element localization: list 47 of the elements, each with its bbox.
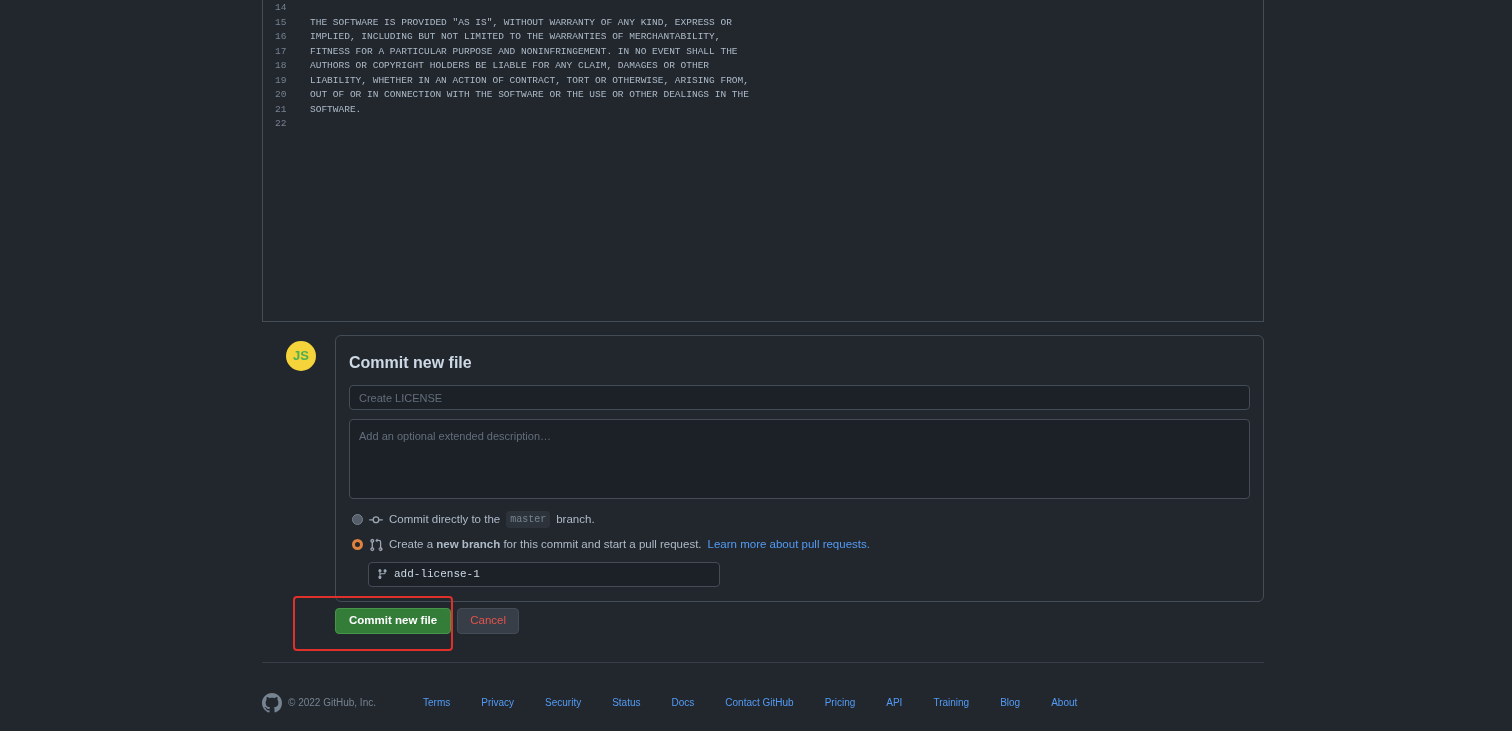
footer-link[interactable]: Status (612, 695, 641, 710)
branch-icon (377, 568, 388, 580)
footer-link[interactable]: Privacy (481, 695, 515, 710)
option-label: Commit directly to the (389, 512, 501, 527)
commit-title: Commit new file (349, 353, 473, 373)
footer-link[interactable]: Pricing (824, 695, 856, 710)
commit-button[interactable]: Commit new file (335, 607, 452, 634)
line-number: 22 (275, 117, 288, 131)
line-number: 21 (275, 102, 288, 117)
footer-link[interactable]: Blog (1000, 695, 1021, 710)
footer-link[interactable]: Security (545, 695, 582, 710)
footer-link[interactable]: Terms (423, 695, 451, 710)
line-number: 16 (275, 30, 288, 44)
footer-link[interactable]: About (1051, 695, 1078, 710)
line-number: 18 (275, 59, 288, 73)
radio-button[interactable] (352, 514, 363, 526)
avatar: JS (286, 341, 316, 371)
line-number: 19 (275, 73, 288, 88)
option-label: Create a new branch for this commit and start a pull request. (389, 537, 702, 553)
description-field[interactable]: Add an optional extended description… (349, 419, 1250, 499)
line-number: 15 (275, 15, 288, 30)
github-logo-icon (262, 692, 282, 713)
line-number: 20 (275, 88, 288, 102)
summary-field[interactable]: Create LICENSE (349, 385, 1250, 410)
code-editor[interactable] (262, 0, 1264, 322)
pull-request-icon (369, 537, 383, 552)
code-line: IMPLIED, INCLUDING BUT NOT LIMITED TO THE WARRANTIES OF MERCHANTABILITY, (310, 30, 721, 44)
branch-name-value: add-license-1 (394, 566, 480, 582)
option-label: branch. (556, 512, 595, 527)
code-line: AUTHORS OR COPYRIGHT HOLDERS BE LIABLE FOR ANY CLAIM, DAMAGES OR OTHER (310, 59, 710, 73)
branch-name-tag: master (506, 511, 551, 529)
cancel-button[interactable]: Cancel (457, 607, 519, 634)
footer-link[interactable]: Training (933, 695, 970, 710)
line-number: 14 (275, 1, 288, 15)
footer-link[interactable]: Contact GitHub (725, 695, 794, 710)
radio-button[interactable] (352, 539, 363, 551)
branch-name-field[interactable]: add-license-1 (368, 561, 720, 587)
code-line: LIABILITY, WHETHER IN AN ACTION OF CONTRACT, TORT OR OTHERWISE, ARISING FROM, (310, 73, 749, 88)
code-line: OUT OF OR IN CONNECTION WITH THE SOFTWARE OR THE USE OR OTHER DEALINGS IN THE (310, 88, 749, 102)
learn-more-link[interactable]: Learn more about pull requests. (707, 536, 870, 554)
footer-link[interactable]: API (886, 695, 903, 710)
footer-link[interactable]: Docs (671, 695, 695, 710)
copyright-text: © 2022 GitHub, Inc. (288, 696, 377, 710)
code-line: FITNESS FOR A PARTICULAR PURPOSE AND NONINFRINGEMENT. IN NO EVENT SHALL THE (310, 44, 738, 59)
line-number: 17 (275, 44, 288, 59)
code-line: SOFTWARE. (310, 102, 362, 117)
code-line: THE SOFTWARE IS PROVIDED "AS IS", WITHOUT WARRANTY OF ANY KIND, EXPRESS OR (310, 15, 732, 30)
